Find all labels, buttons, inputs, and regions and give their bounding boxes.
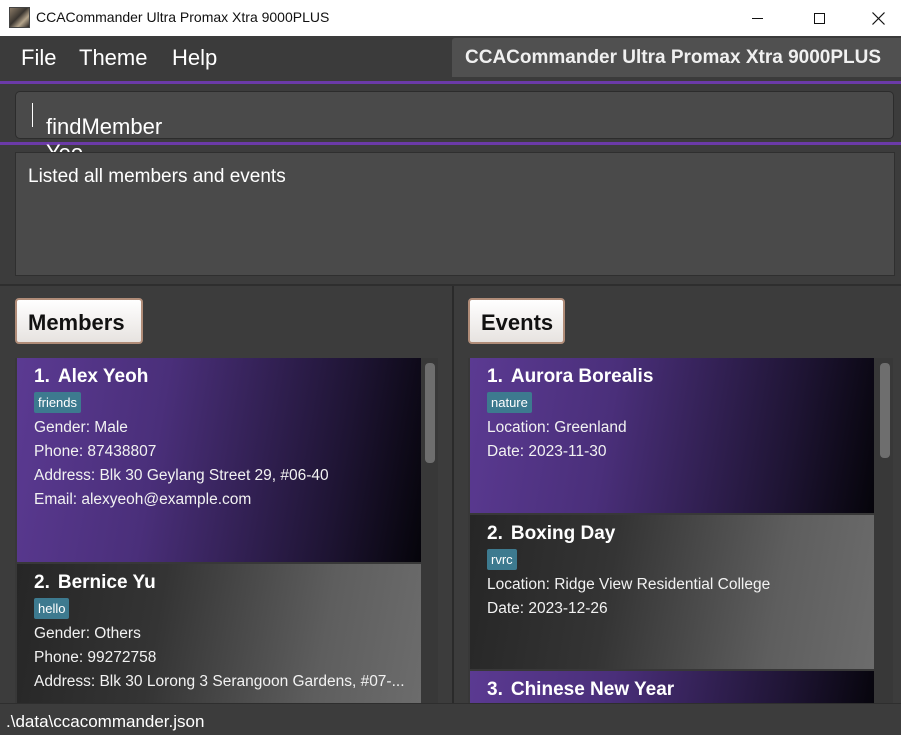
menu-help[interactable]: Help (172, 45, 217, 71)
event-index: 2. (487, 523, 503, 544)
member-index: 2. (34, 572, 50, 593)
minimize-button[interactable] (728, 0, 786, 36)
member-name-text: Alex Yeoh (57, 366, 149, 387)
close-button[interactable] (849, 0, 901, 36)
event-tag: nature (487, 392, 532, 413)
maximize-button[interactable] (790, 0, 848, 36)
event-tag: rvrc (487, 549, 517, 570)
events-scrollbar-thumb[interactable] (880, 363, 890, 458)
close-icon (871, 11, 885, 25)
event-date: Date: 2023-11-30 (487, 443, 607, 460)
window-title: CCACommander Ultra Promax Xtra 9000PLUS (36, 9, 330, 25)
text-caret (32, 103, 33, 127)
member-tag: hello (34, 598, 70, 619)
title-bar: CCACommander Ultra Promax Xtra 9000PLUS (0, 0, 901, 36)
event-card[interactable]: 2. Boxing Day rvrc Location: Ridge View R… (470, 515, 874, 669)
member-email: Email: alexyeoh@example.com (34, 491, 252, 508)
member-name: 2. Bernice Yu (34, 572, 421, 596)
event-name: 3. Chinese New Year (487, 679, 874, 703)
event-location: Location: Ridge View Residential College (487, 576, 771, 593)
app-banner: CCACommander Ultra Promax Xtra 9000PLUS (452, 38, 901, 77)
member-gender: Gender: Male (34, 419, 128, 436)
member-gender: Gender: Others (34, 625, 141, 642)
result-display: Listed all members and events (15, 152, 895, 276)
member-address: Address: Blk 30 Geylang Street 29, #06-4… (34, 467, 329, 484)
minimize-icon (751, 17, 763, 19)
member-phone: Phone: 99272758 (34, 649, 157, 666)
members-scrollbar[interactable] (421, 358, 438, 703)
event-date: Date: 2023-12-26 (487, 600, 608, 617)
event-name-text: Aurora Borealis (510, 366, 654, 387)
event-card[interactable]: 1. Aurora Borealis nature Location: Green… (470, 358, 874, 513)
command-area: findMember Yeo (0, 81, 901, 165)
member-phone: Phone: 87438807 (34, 443, 157, 460)
member-name-text: Bernice Yu (57, 572, 156, 593)
members-scrollbar-thumb[interactable] (425, 363, 435, 463)
members-list[interactable]: 1. Alex Yeoh friends Gender: Male Phone: … (15, 358, 438, 703)
member-index: 1. (34, 366, 50, 387)
event-index: 3. (487, 679, 503, 700)
menu-theme[interactable]: Theme (79, 45, 147, 71)
member-address: Address: Blk 30 Lorong 3 Serangoon Garde… (34, 673, 405, 690)
event-name: 2. Boxing Day (487, 523, 874, 547)
panel-divider-horizontal (0, 284, 901, 286)
events-panel-title: Events (468, 298, 565, 344)
app-banner-text: CCACommander Ultra Promax Xtra 9000PLUS (465, 47, 882, 68)
event-index: 1. (487, 366, 503, 387)
maximize-icon (813, 12, 825, 24)
panel-divider-vertical[interactable] (452, 286, 454, 703)
member-tag: friends (34, 392, 82, 413)
member-card[interactable]: 2. Bernice Yu hello Gender: Others Phone:… (17, 564, 421, 703)
members-panel-title: Members (15, 298, 143, 344)
member-name: 1. Alex Yeoh (34, 366, 421, 390)
result-text: Listed all members and events (28, 166, 286, 187)
event-name-text: Chinese New Year (510, 679, 675, 700)
event-card[interactable]: 3. Chinese New Year (470, 671, 874, 703)
member-card[interactable]: 1. Alex Yeoh friends Gender: Male Phone: … (17, 358, 421, 562)
events-scrollbar[interactable] (876, 358, 893, 703)
events-title-label: Events (481, 310, 554, 335)
status-bar: .\data\ccacommander.json (0, 703, 901, 735)
events-list[interactable]: 1. Aurora Borealis nature Location: Green… (468, 358, 893, 703)
menu-file[interactable]: File (21, 45, 56, 71)
status-file-path: .\data\ccacommander.json (6, 712, 205, 731)
app-icon (9, 7, 30, 28)
event-name-text: Boxing Day (510, 523, 616, 544)
event-name: 1. Aurora Borealis (487, 366, 874, 390)
command-input[interactable]: findMember Yeo (15, 91, 894, 165)
event-location: Location: Greenland (487, 419, 627, 436)
members-title-label: Members (28, 310, 125, 335)
